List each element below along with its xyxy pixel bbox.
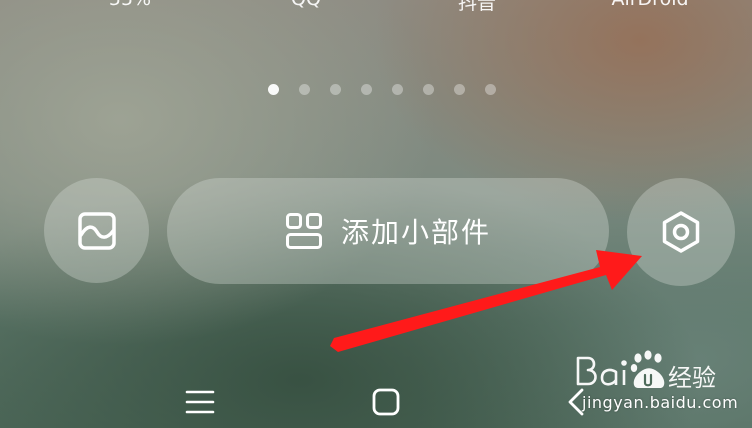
baidu-logo: 经验 [576, 350, 716, 392]
app-label-douyin[interactable]: 抖音 [458, 0, 496, 15]
settings-button[interactable] [627, 178, 735, 286]
page-dot-5[interactable] [392, 84, 403, 95]
home-button[interactable] [366, 384, 406, 420]
add-widget-label: 添加小部件 [340, 216, 491, 249]
wallpaper-icon [77, 211, 116, 250]
page-dot-2[interactable] [299, 84, 310, 95]
page-indicator[interactable] [0, 84, 752, 95]
app-label-airdroid[interactable]: AirDroid [611, 0, 688, 10]
svg-text:经验: 经验 [668, 364, 716, 392]
wallpaper-button[interactable] [44, 178, 149, 283]
page-dot-8[interactable] [485, 84, 496, 95]
page-dot-6[interactable] [423, 84, 434, 95]
baidu-watermark: 经验 jingyan.baidu.com [572, 348, 748, 418]
page-dot-1[interactable] [268, 84, 279, 95]
home-icon [372, 388, 400, 416]
app-label-qq[interactable]: QQ [291, 0, 321, 10]
page-dot-3[interactable] [330, 84, 341, 95]
add-widget-button[interactable]: 添加小部件 [167, 178, 609, 284]
watermark-url: jingyan.baidu.com [582, 393, 739, 412]
app-label-row: 55% QQ 抖音 AirDroid [0, 0, 752, 15]
hexagon-settings-icon [662, 211, 700, 253]
widget-grid-icon [285, 213, 322, 249]
app-label-battery: 55% [109, 0, 151, 10]
page-dot-7[interactable] [454, 84, 465, 95]
page-dot-4[interactable] [361, 84, 372, 95]
menu-icon [185, 390, 215, 414]
menu-button[interactable] [180, 384, 220, 420]
